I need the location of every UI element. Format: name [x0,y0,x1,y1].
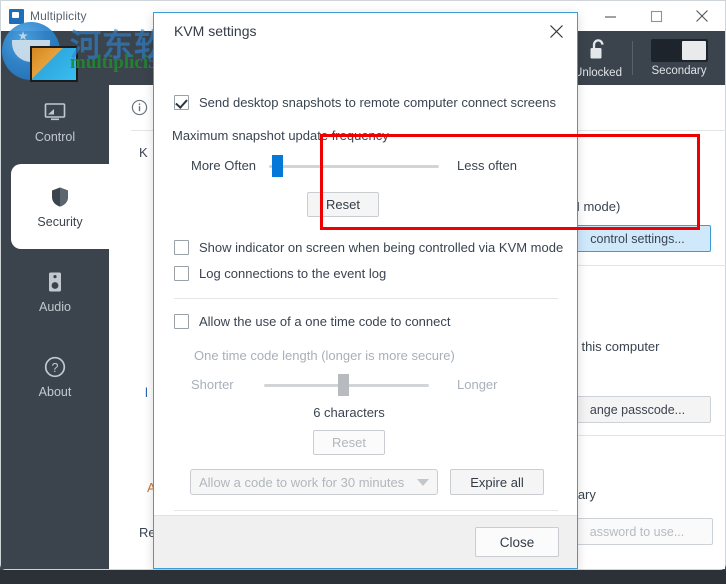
kvm-settings-dialog: KVM settings Send desktop snapshots to r… [153,12,700,569]
maximize-icon[interactable] [633,1,679,31]
svg-text:?: ? [52,361,59,375]
dialog-divider-1 [174,298,558,299]
one-time-code-checkbox[interactable] [174,314,189,329]
one-time-code-label: Allow the use of a one time code to conn… [199,314,451,329]
sidebar-item-control[interactable]: Control [1,79,109,164]
send-snapshots-row[interactable]: Send desktop snapshots to remote compute… [174,95,556,110]
show-indicator-checkbox[interactable] [174,240,189,255]
code-length-reset-button: Reset [313,430,385,455]
expire-all-button[interactable]: Expire all [450,469,544,495]
screen: Multiplicity Control Security Audio ? Ab… [0,0,726,584]
more-often-label: More Often [191,158,257,173]
slider-thumb[interactable] [272,155,284,177]
panel-divider-2 [564,265,726,266]
send-snapshots-checkbox[interactable] [174,95,189,110]
code-expiry-value: Allow a code to work for 30 minutes [199,474,405,490]
window-controls [587,1,725,31]
change-passcode-button[interactable]: ange passcode... [564,396,711,423]
mode-toggle[interactable]: Secondary [633,31,725,85]
sidebar-item-label: Control [34,129,76,144]
one-time-code-row[interactable]: Allow the use of a one time code to conn… [174,314,451,329]
dialog-title: KVM settings [174,23,257,39]
lock-status-label: Unlocked [574,66,622,79]
monitor-icon [44,102,66,120]
close-icon[interactable] [679,1,725,31]
code-length-value: 6 characters [313,405,385,420]
panel-fragment-l: l [145,385,148,400]
log-connections-label: Log connections to the event log [199,266,387,281]
taskbar [0,570,726,584]
show-indicator-row[interactable]: Show indicator on screen when being cont… [174,240,563,255]
send-snapshots-label: Send desktop snapshots to remote compute… [199,95,556,110]
toggle-switch-icon[interactable] [650,39,708,62]
sidebar-item-label: Security [37,214,83,229]
snapshot-frequency-highlight [320,134,700,230]
dialog-close-button[interactable]: Close [475,527,559,557]
speaker-icon [49,272,61,292]
sidebar-item-about[interactable]: ? About [1,334,109,419]
window-title: Multiplicity [30,9,87,23]
show-indicator-label: Show indicator on screen when being cont… [199,240,564,255]
code-length-slider[interactable] [264,374,429,396]
code-length-title: One time code length (longer is more sec… [194,348,455,363]
panel-info-row [131,99,148,116]
info-circle-icon [131,99,148,116]
question-circle-icon: ? [44,356,66,377]
sidebar: Control Security Audio ? About [1,31,109,569]
unlocked-padlock-icon [590,38,604,58]
log-connections-row[interactable]: Log connections to the event log [174,266,386,281]
window-title-group: Multiplicity [1,8,87,24]
shorter-label: Shorter [191,377,234,392]
mode-toggle-label: Secondary [651,65,707,77]
code-expiry-dropdown[interactable]: Allow a code to work for 30 minutes [190,469,438,495]
sidebar-item-audio[interactable]: Audio [1,249,109,334]
sidebar-item-label: About [38,384,72,399]
minimize-icon[interactable] [587,1,633,31]
sidebar-item-label: Audio [39,299,71,314]
panel-fragment-k: K [139,145,148,160]
dialog-divider-2 [174,510,558,511]
longer-label: Longer [457,377,498,392]
log-connections-checkbox[interactable] [174,266,189,281]
dialog-body: Send desktop snapshots to remote compute… [154,49,700,543]
dialog-footer: Close [154,515,577,568]
multiplicity-logo-icon [9,8,24,24]
password-to-use-button: assword to use... [561,518,713,545]
shield-icon [52,187,68,207]
panel-divider-3 [564,435,726,436]
slider-thumb[interactable] [338,374,350,396]
panel-fragment-this-computer: to this computer [567,339,660,354]
chevron-down-icon [417,478,429,486]
close-icon[interactable] [543,19,569,43]
sidebar-item-security[interactable]: Security [11,164,109,249]
dialog-header: KVM settings [154,13,577,49]
